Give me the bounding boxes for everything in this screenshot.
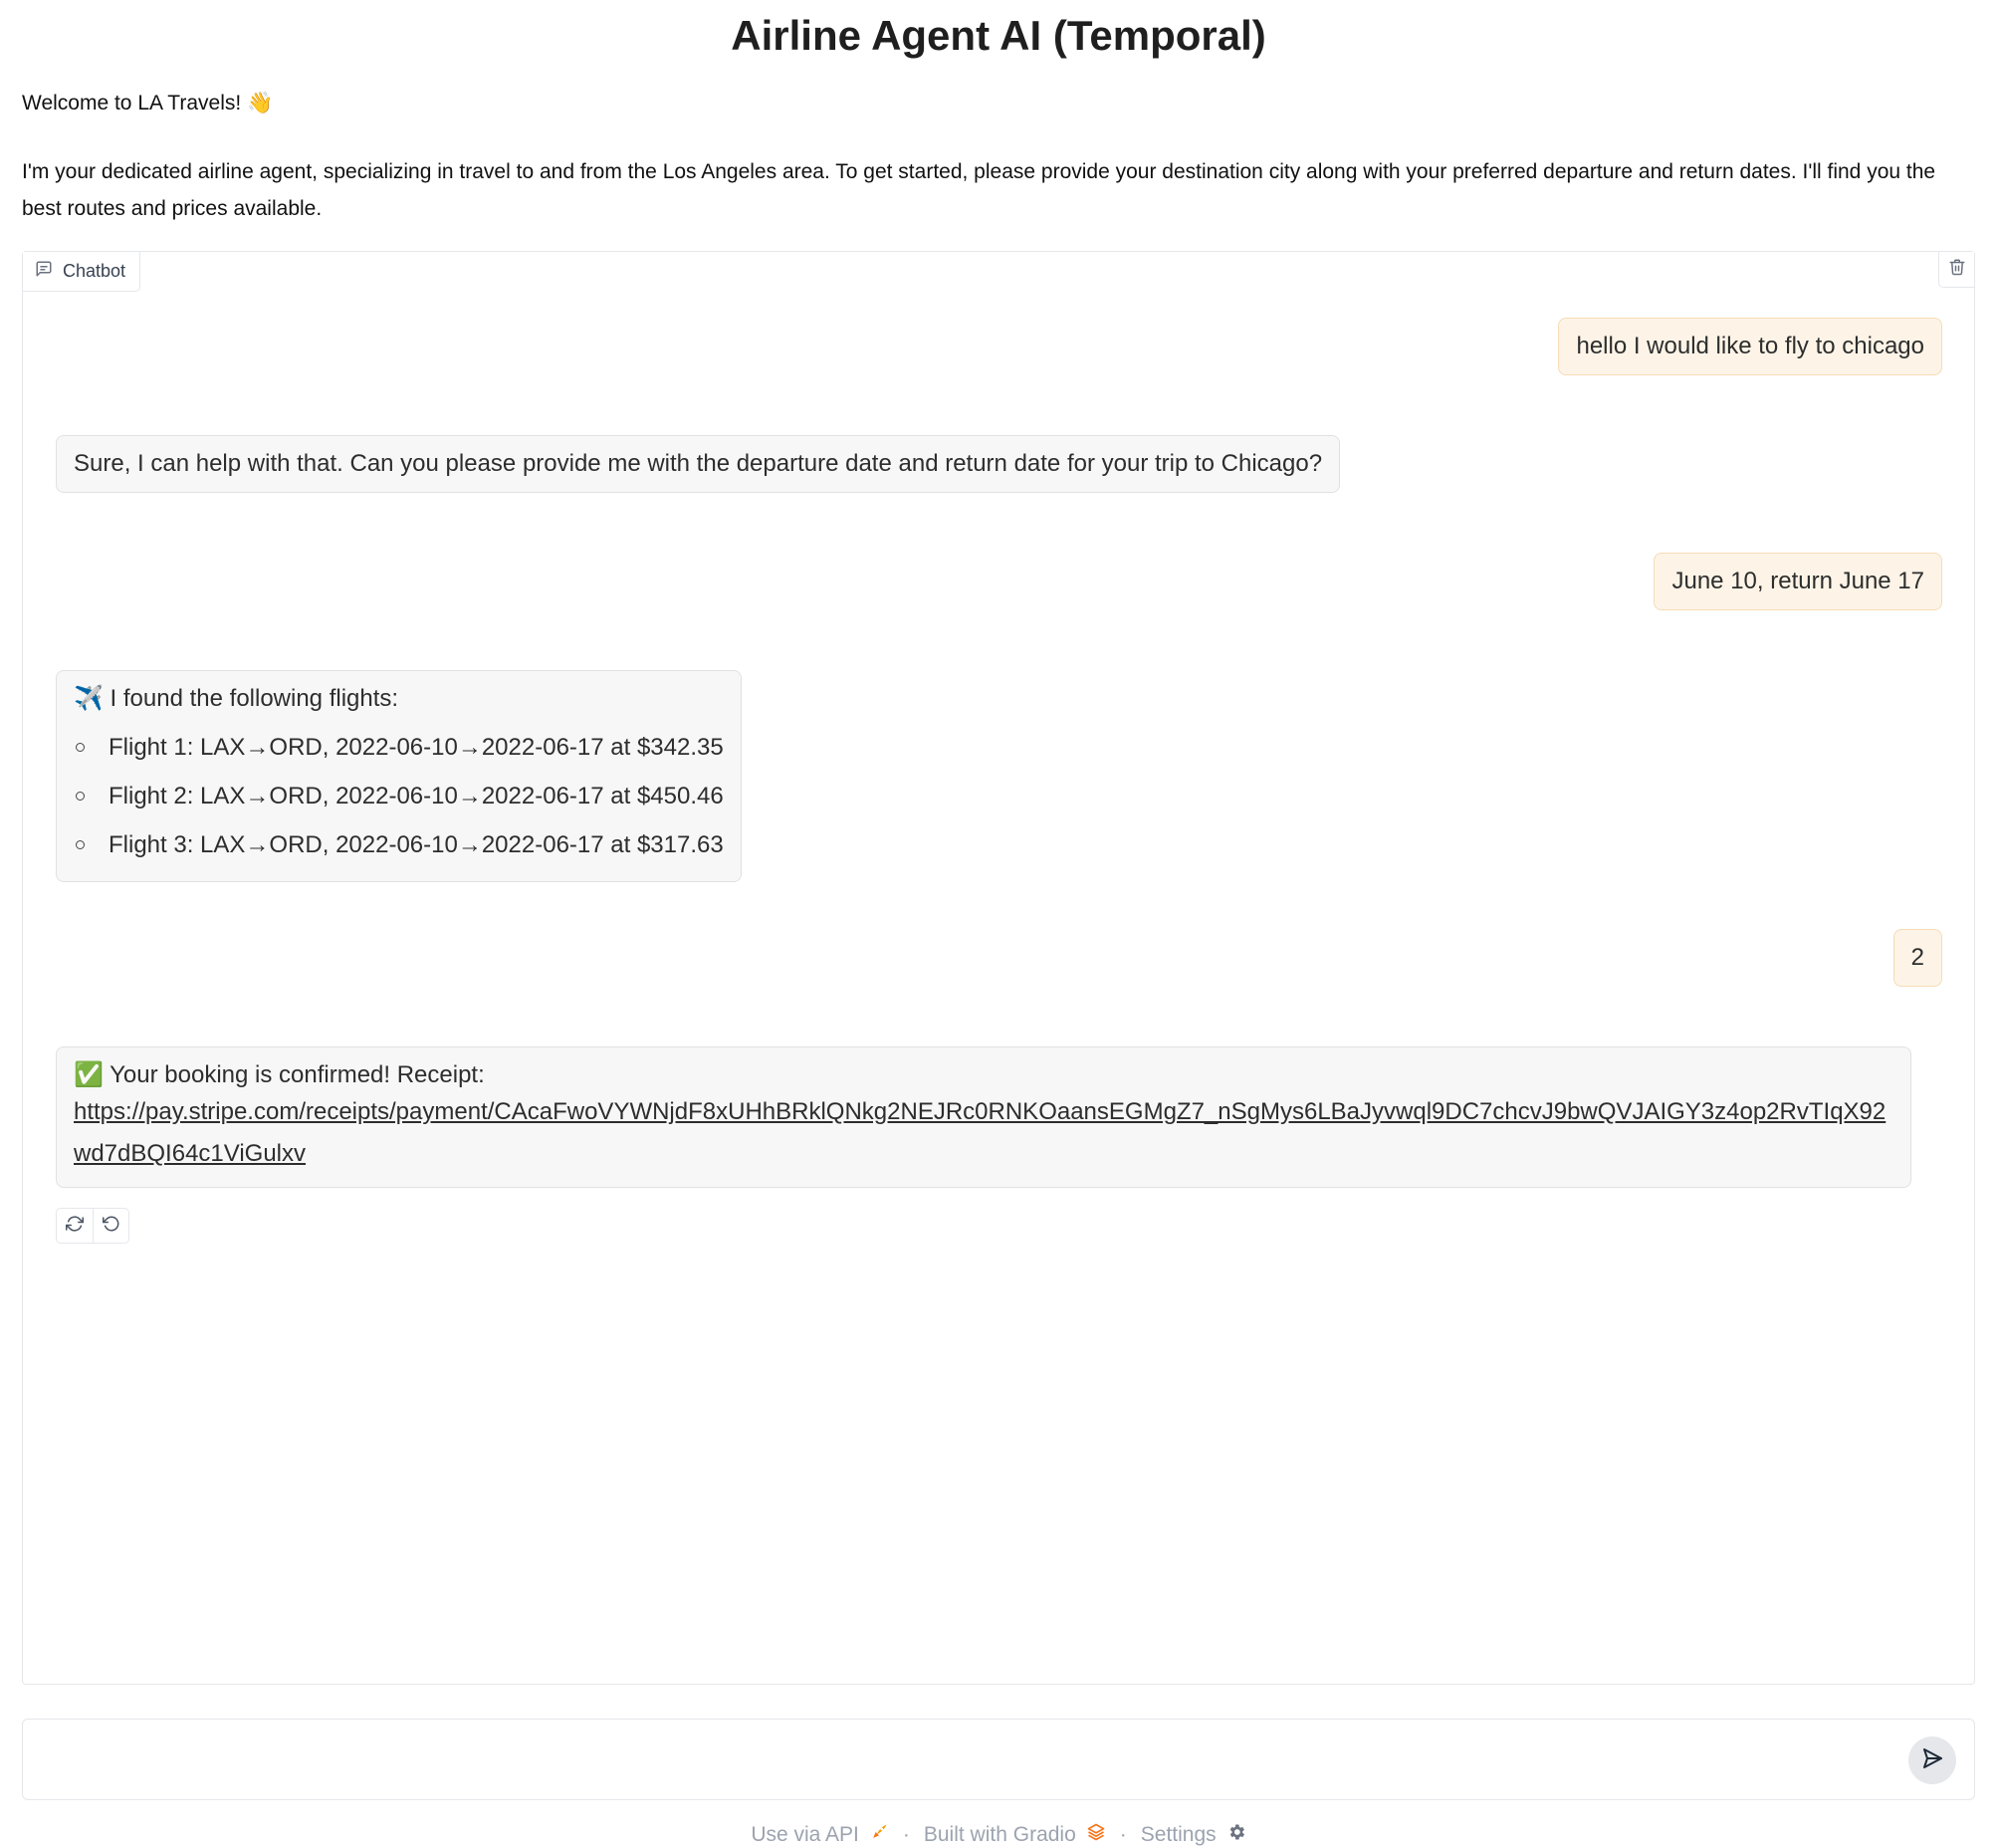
footer-separator: · [902,1823,910,1846]
footer: Use via API · Built with Gradio · Settin… [0,1822,1997,1848]
use-via-api-text: Use via API [751,1823,859,1846]
user-message: 2 [1892,929,1942,987]
user-message: June 10, return June 17 [1654,553,1942,610]
trash-icon [1948,258,1966,281]
bot-message: ✅ Your booking is confirmed! Receipt: ht… [56,1046,1911,1188]
chatbot-label: Chatbot [23,252,141,292]
user-message: hello I would like to fly to chicago [1558,318,1942,375]
undo-icon [102,1215,120,1238]
flight-option: Flight 1: LAX→ORD, 2022-06-10→2022-06-17… [109,733,724,761]
built-with-gradio-link[interactable]: Built with Gradio [924,1822,1106,1848]
footer-separator: · [1119,1823,1127,1846]
settings-text: Settings [1140,1823,1217,1846]
message-text: hello I would like to fly to chicago [1576,333,1924,359]
message-text: June 10, return June 17 [1671,568,1924,594]
bullet-icon [76,840,85,849]
message-input-box [22,1719,1975,1800]
message-text: ✅ Your booking is confirmed! Receipt: [74,1061,485,1088]
bot-message: Sure, I can help with that. Can you plea… [56,435,1341,493]
intro-text: I'm your dedicated airline agent, specia… [22,160,1936,220]
message-text: ✈️ I found the following flights: [74,685,399,712]
message-input[interactable] [39,1735,1890,1783]
message-text: 2 [1910,944,1924,971]
undo-button[interactable] [93,1209,128,1243]
send-button[interactable] [1908,1736,1956,1784]
receipt-link[interactable]: https://pay.stripe.com/receipts/payment/… [74,1098,1886,1167]
chatbot-label-text: Chatbot [63,261,126,281]
flight-list: Flight 1: LAX→ORD, 2022-06-10→2022-06-17… [74,723,724,869]
flight-option: Flight 3: LAX→ORD, 2022-06-10→2022-06-17… [109,830,724,858]
clear-chat-button[interactable] [1938,252,1974,288]
rocket-icon [869,1822,889,1848]
chat-bubble-icon [35,260,53,283]
settings-link[interactable]: Settings [1141,1822,1246,1848]
bot-message: ✈️ I found the following flights: Flight… [56,670,742,882]
bullet-icon [76,792,85,801]
welcome-text: Welcome to LA Travels! 👋 [22,92,274,115]
retry-button[interactable] [57,1209,93,1243]
message-actions [56,1208,129,1244]
gear-icon [1226,1822,1246,1848]
use-via-api-link[interactable]: Use via API [751,1822,889,1848]
page-title: Airline Agent AI (Temporal) [731,12,1266,59]
refresh-icon [66,1215,84,1238]
bullet-icon [76,743,85,752]
chatbot-panel: Chatbot hello I would like to fly to chi… [22,251,1975,1685]
gradio-logo-icon [1086,1822,1106,1848]
send-icon [1920,1746,1944,1775]
message-text: Sure, I can help with that. Can you plea… [74,450,1323,477]
flight-option: Flight 2: LAX→ORD, 2022-06-10→2022-06-17… [109,782,724,809]
built-with-gradio-text: Built with Gradio [923,1823,1076,1846]
list-item: Flight 2: LAX→ORD, 2022-06-10→2022-06-17… [74,772,724,820]
list-item: Flight 3: LAX→ORD, 2022-06-10→2022-06-17… [74,820,724,869]
list-item: Flight 1: LAX→ORD, 2022-06-10→2022-06-17… [74,723,724,772]
